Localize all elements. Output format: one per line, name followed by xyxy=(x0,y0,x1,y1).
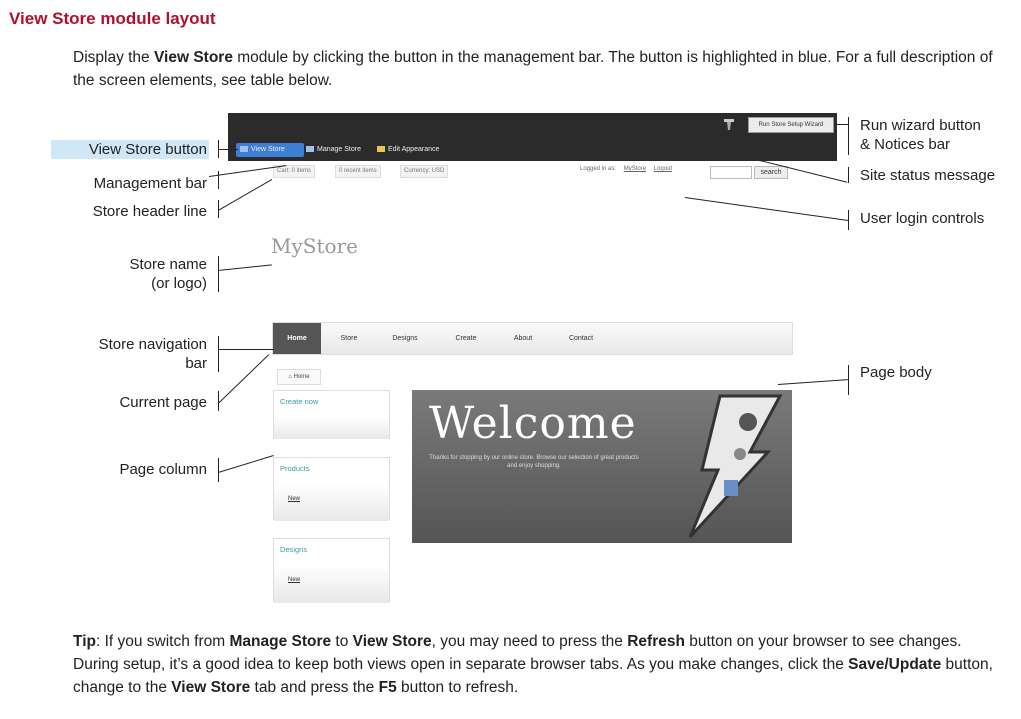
label-current-page: Current page xyxy=(119,394,207,411)
lightning-bolt-graphic xyxy=(688,394,783,539)
label-store-navigation-line2: bar xyxy=(185,355,207,372)
tip-paragraph: Tip: If you switch from Manage Store to … xyxy=(73,630,1003,699)
label-store-name: Store name (or logo) xyxy=(51,255,207,293)
column-create-now-title[interactable]: Create now xyxy=(274,391,389,417)
label-site-status: Site status message xyxy=(860,167,996,184)
column-designs: Designs New xyxy=(273,538,390,603)
nav-home[interactable]: Home xyxy=(273,323,321,354)
text-segment: Save/Update xyxy=(848,656,942,673)
bracket-page-body xyxy=(848,365,849,395)
pointer-page-column xyxy=(218,455,274,473)
text-segment: to xyxy=(331,633,353,650)
label-run-wizard-line2: & Notices bar xyxy=(860,136,951,153)
text-segment: Display the xyxy=(73,49,154,66)
user-link[interactable]: MyStore xyxy=(624,166,646,172)
text-segment: Refresh xyxy=(627,633,685,650)
pointer-store-name xyxy=(218,264,272,271)
text-segment: tab and press the xyxy=(250,679,379,696)
search-input[interactable] xyxy=(710,166,752,179)
label-store-name-line1: Store name xyxy=(129,256,207,273)
column-designs-link[interactable]: New xyxy=(274,565,389,603)
pointer-current-page xyxy=(218,354,270,404)
text-segment: , you may need to press the xyxy=(431,633,628,650)
logged-in-text: Logged in as: xyxy=(580,166,617,172)
nav-about[interactable]: About xyxy=(505,323,541,354)
currency-selector[interactable]: Currency: USD xyxy=(400,165,449,178)
bracket-store-navigation xyxy=(218,336,219,372)
pointer-store-navigation xyxy=(218,349,274,350)
run-wizard-button[interactable]: Run Store Setup Wizard xyxy=(748,117,834,133)
column-designs-title: Designs xyxy=(280,545,308,554)
label-run-wizard-line1: Run wizard button xyxy=(860,117,981,134)
welcome-heading: Welcome xyxy=(429,398,637,449)
text-segment: Manage Store xyxy=(229,633,332,650)
pointer-run-wizard xyxy=(836,124,848,125)
text-segment: Tip xyxy=(73,633,96,650)
label-store-navigation-line1: Store navigation xyxy=(98,336,207,353)
document-title: View Store module layout xyxy=(9,9,216,28)
recent-items-link[interactable]: 0 recent items xyxy=(335,165,381,178)
store-navigation-bar: Home Store Designs Create About Contact xyxy=(272,322,793,355)
manage-store-tab[interactable]: Manage Store xyxy=(302,143,372,157)
label-page-body: Page body xyxy=(860,364,932,381)
wizard-hat-icon xyxy=(724,119,734,130)
pointer-header-line xyxy=(218,179,273,211)
pointer-page-body xyxy=(778,379,848,385)
store-name-logo: MyStore xyxy=(271,234,358,258)
login-controls: Logged in as: MyStore Logout xyxy=(580,166,672,172)
nav-contact[interactable]: Contact xyxy=(559,323,603,354)
text-segment: F5 xyxy=(378,679,397,696)
label-management-bar: Management bar xyxy=(93,175,207,192)
bracket-management-bar xyxy=(218,171,219,189)
nav-store[interactable]: Store xyxy=(331,323,367,354)
breadcrumb-label: Home xyxy=(293,374,310,380)
pointer-view-store xyxy=(218,149,238,150)
column-products: Products New xyxy=(273,457,390,521)
nav-designs[interactable]: Designs xyxy=(383,323,427,354)
column-products-title: Products xyxy=(280,464,310,473)
manage-store-tab-label: Manage Store xyxy=(317,146,361,153)
text-segment: View Store xyxy=(352,633,432,650)
manage-store-icon xyxy=(306,146,314,153)
label-view-store-button: View Store button xyxy=(51,140,209,159)
intro-paragraph: Display the View Store module by clickin… xyxy=(73,46,993,92)
edit-appearance-tab-label: Edit Appearance xyxy=(388,146,440,153)
column-create-now-body xyxy=(274,417,389,439)
text-segment: View Store xyxy=(171,679,251,696)
text-segment: : If you switch from xyxy=(95,633,230,650)
breadcrumb[interactable]: ⌂ Home xyxy=(277,369,321,385)
view-store-tab-label: View Store xyxy=(251,146,285,153)
label-store-navigation: Store navigation bar xyxy=(51,335,207,373)
view-store-tab[interactable]: View Store xyxy=(236,143,304,157)
text-segment: View Store xyxy=(153,49,233,66)
edit-appearance-tab[interactable]: Edit Appearance xyxy=(373,143,457,157)
label-store-header-line: Store header line xyxy=(92,203,207,220)
column-products-link[interactable]: New xyxy=(274,484,389,521)
bracket-page-column xyxy=(218,458,219,482)
bracket-site-status xyxy=(848,167,849,183)
welcome-subtext: Thanks for stopping by our online store.… xyxy=(429,455,639,469)
bracket-run-wizard xyxy=(848,117,849,155)
search-button[interactable]: search xyxy=(754,166,788,179)
label-run-wizard: Run wizard button & Notices bar xyxy=(860,116,981,154)
bracket-store-name xyxy=(218,256,219,292)
edit-appearance-icon xyxy=(377,146,385,153)
label-user-login: User login controls xyxy=(860,210,985,227)
view-store-icon xyxy=(240,146,248,153)
pointer-user-login xyxy=(684,197,849,221)
text-segment: button to refresh. xyxy=(396,679,519,696)
nav-create[interactable]: Create xyxy=(445,323,487,354)
label-store-name-line2: (or logo) xyxy=(151,275,207,292)
column-create-now: Create now xyxy=(273,390,390,439)
logout-link[interactable]: Logout xyxy=(654,166,672,172)
label-page-column: Page column xyxy=(119,461,207,478)
